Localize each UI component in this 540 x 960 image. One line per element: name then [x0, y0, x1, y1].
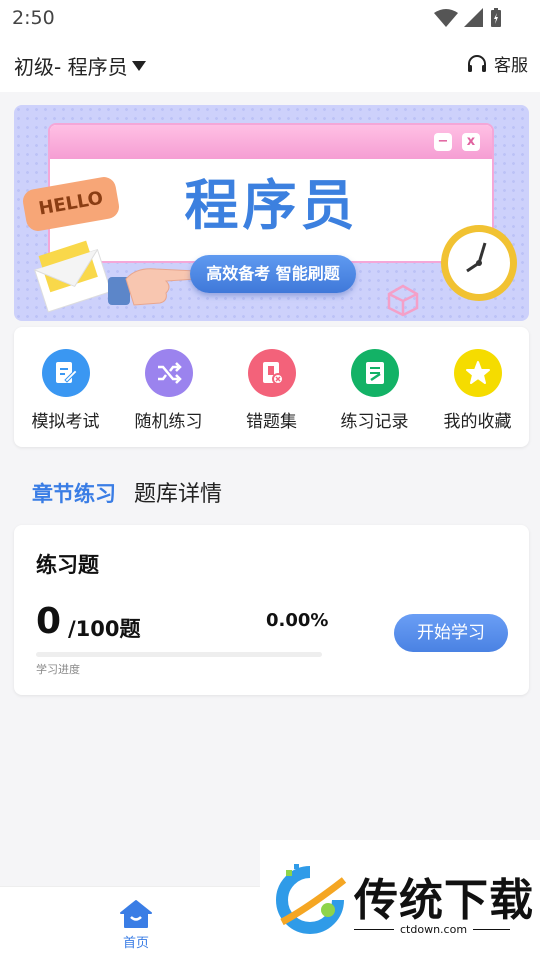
- quick-favorites[interactable]: 我的收藏: [426, 327, 529, 447]
- quick-mock-exam-label: 模拟考试: [31, 412, 100, 432]
- banner-window-bar: − x: [50, 125, 492, 159]
- home-icon: [120, 900, 152, 928]
- promo-banner[interactable]: − x 程序员 HELLO 高效备考 智能刷题: [14, 105, 529, 321]
- practice-done-count: 0: [36, 601, 62, 642]
- quick-random-practice-label: 随机练习: [134, 412, 203, 432]
- practice-progress-label: 学习进度: [36, 663, 80, 676]
- level-selector-label: 初级- 程序员: [14, 55, 128, 79]
- edit-doc-icon: [41, 349, 90, 397]
- status-icons: [434, 8, 502, 28]
- quick-random-practice[interactable]: 随机练习: [117, 327, 220, 447]
- error-file-icon: [247, 349, 296, 397]
- practice-total-count: /100题: [68, 617, 141, 641]
- caret-down-icon: [131, 60, 146, 71]
- nav-home-label: 首页: [122, 936, 149, 951]
- start-learning-button[interactable]: 开始学习: [394, 614, 508, 652]
- star-icon: [453, 349, 502, 397]
- signal-icon: [464, 8, 483, 27]
- headset-icon: [468, 54, 486, 72]
- record-icon: [350, 349, 399, 397]
- quick-practice-record[interactable]: 练习记录: [323, 327, 426, 447]
- practice-card-title: 练习题: [36, 553, 99, 577]
- wifi-icon: [434, 9, 458, 27]
- quick-favorites-label: 我的收藏: [443, 412, 512, 432]
- battery-icon: [491, 8, 501, 27]
- pointing-hand-icon: [108, 268, 200, 306]
- practice-progress-bar: [36, 652, 322, 657]
- tab-chapter-practice[interactable]: 章节练习: [32, 470, 116, 508]
- practice-card: 练习题 0 /100题 0.00% 学习进度 开始学习: [14, 525, 529, 695]
- shuffle-icon: [144, 349, 193, 397]
- watermark-url: ctdown.com: [394, 923, 474, 936]
- status-time: 2:50: [12, 7, 55, 29]
- minimize-icon: −: [434, 133, 452, 151]
- banner-cta-button[interactable]: 高效备考 智能刷题: [190, 255, 356, 293]
- customer-service-button[interactable]: 客服: [466, 51, 528, 76]
- quick-actions: 模拟考试 随机练习 错题集 练习记录 我的收藏: [14, 327, 529, 447]
- nav-home[interactable]: 首页: [112, 899, 160, 951]
- content-tabs: 章节练习 题库详情: [32, 470, 222, 508]
- watermark-brand: 传统下载: [354, 875, 534, 926]
- practice-percent: 0.00%: [266, 610, 329, 631]
- watermark-logo: [276, 864, 347, 934]
- quick-practice-record-label: 练习记录: [340, 412, 409, 432]
- cube-icon: [387, 284, 419, 317]
- quick-mock-exam[interactable]: 模拟考试: [14, 327, 117, 447]
- customer-service-label: 客服: [494, 56, 528, 76]
- watermark: 传统下载 ctdown.com: [260, 840, 540, 960]
- alarm-clock-icon: [441, 225, 517, 301]
- top-bar: 初级- 程序员 客服: [0, 38, 540, 92]
- quick-mistakes-label: 错题集: [246, 412, 297, 432]
- quick-mistakes[interactable]: 错题集: [220, 327, 323, 447]
- level-selector[interactable]: 初级- 程序员: [14, 51, 146, 80]
- status-bar: 2:50: [0, 0, 540, 38]
- close-icon: x: [462, 133, 480, 151]
- tab-bank-details[interactable]: 题库详情: [134, 476, 222, 508]
